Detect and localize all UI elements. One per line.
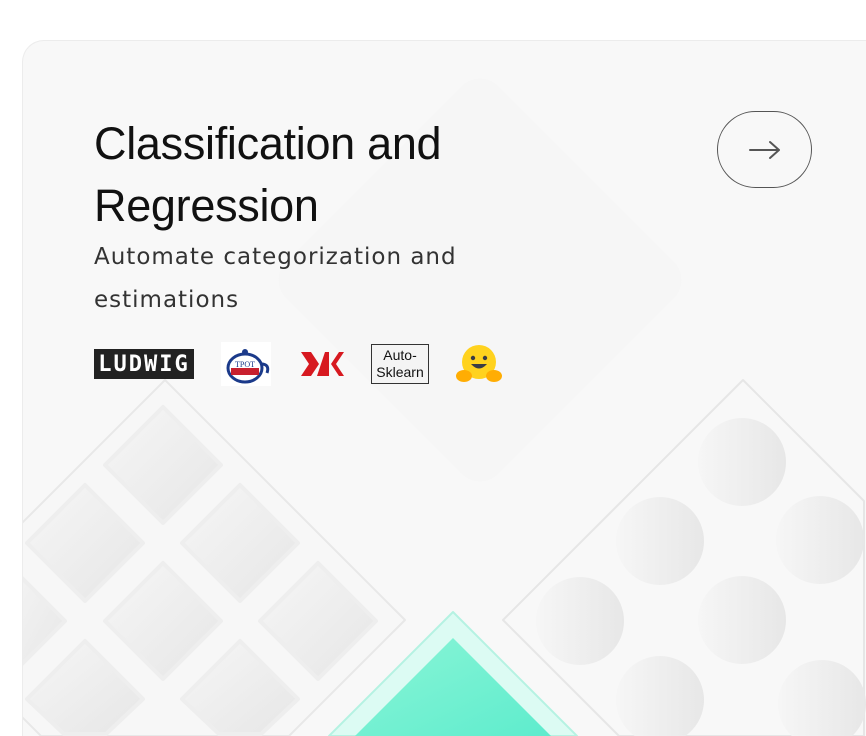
autokeras-logo bbox=[297, 344, 345, 384]
arrow-right-icon bbox=[748, 140, 780, 159]
card-title: Classification and Regression bbox=[94, 113, 442, 237]
framework-logos: LUDWIG TPOT Auto- Sklearn bbox=[94, 342, 503, 386]
classification-regression-card[interactable]: Classification and Regression Automate ca… bbox=[22, 40, 866, 736]
title-line-2: Regression bbox=[94, 180, 319, 231]
ludwig-logo: LUDWIG bbox=[94, 349, 194, 379]
title-line-1: Classification and bbox=[94, 118, 442, 169]
auto-sklearn-logo: Auto- Sklearn bbox=[371, 344, 429, 384]
auto-sklearn-line2: Sklearn bbox=[376, 364, 424, 380]
card-subtitle: Automate categorization and estimations bbox=[94, 244, 457, 313]
tpot-logo: TPOT bbox=[221, 342, 271, 386]
hugging-face-logo bbox=[455, 342, 503, 386]
tpot-logo-text: TPOT bbox=[235, 360, 255, 369]
open-card-button[interactable] bbox=[717, 111, 812, 188]
auto-sklearn-line1: Auto- bbox=[383, 347, 417, 363]
